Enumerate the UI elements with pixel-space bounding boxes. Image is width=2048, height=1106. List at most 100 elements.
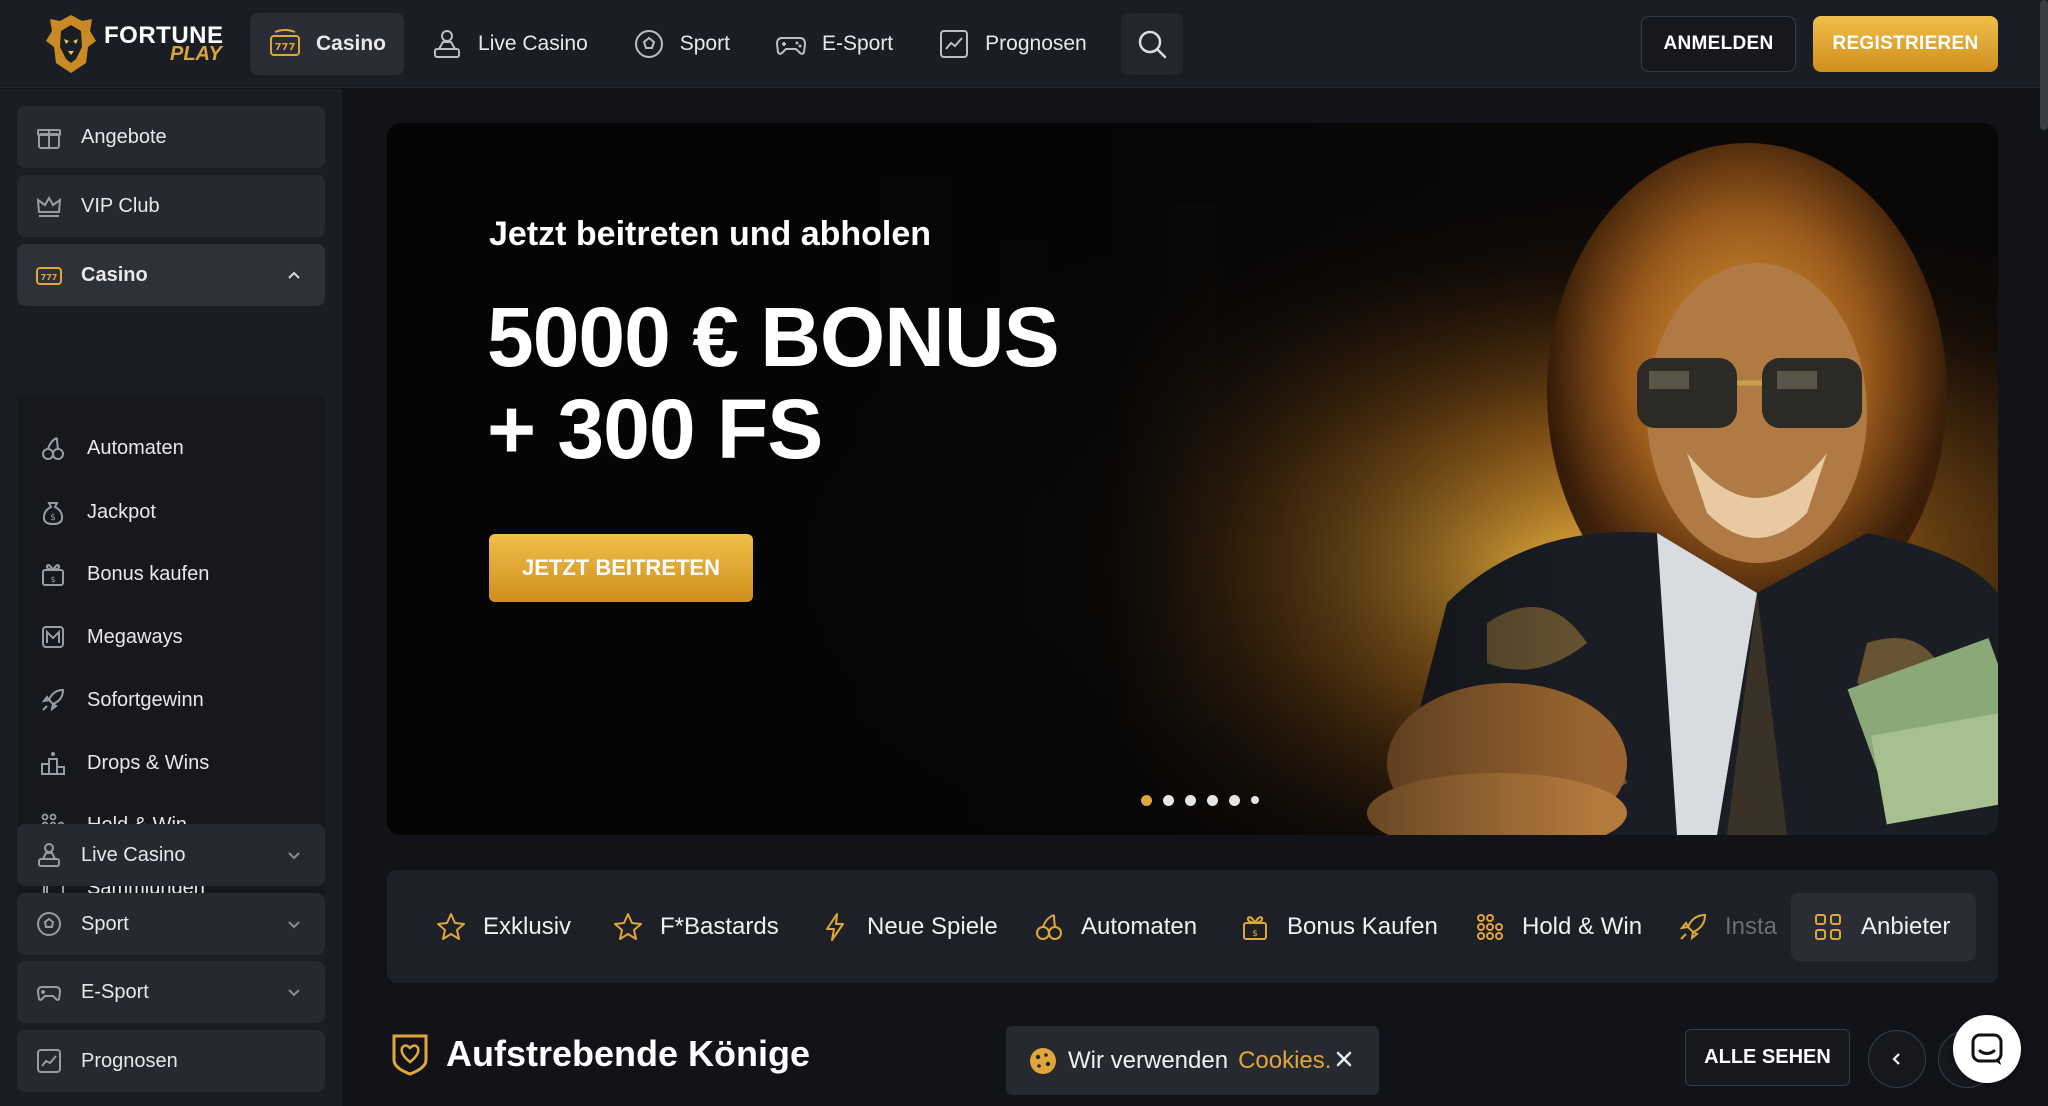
slot-777-icon: 777 xyxy=(270,29,300,56)
soccer-ball-icon xyxy=(37,912,61,936)
sidebar-item-label: VIP Club xyxy=(81,194,160,217)
carousel-prev-button[interactable] xyxy=(1868,1030,1926,1088)
sidebar-item-live-casino[interactable]: Live Casino xyxy=(17,824,325,886)
nav-label: E-Sport xyxy=(821,32,894,55)
see-all-button[interactable]: ALLE SEHEN xyxy=(1685,1029,1850,1086)
category-hold-win[interactable]: Hold & Win xyxy=(1474,870,1642,983)
register-button[interactable]: REGISTRIEREN xyxy=(1813,16,1998,72)
sidebar-item-prognosen[interactable]: Prognosen xyxy=(17,1030,325,1092)
carousel-dot[interactable] xyxy=(1207,795,1218,806)
cookie-link[interactable]: Cookies. xyxy=(1238,1047,1331,1075)
sidebar-item-casino[interactable]: 777 Casino xyxy=(17,244,325,306)
svg-text:$: $ xyxy=(50,575,55,584)
category-fbastards[interactable]: F*Bastards xyxy=(612,870,779,983)
gift-buy-icon: $ xyxy=(1243,915,1267,940)
category-bonus-kaufen[interactable]: $ Bonus Kaufen xyxy=(1239,870,1438,983)
chevron-down-icon[interactable] xyxy=(285,983,303,1001)
money-bag-icon: $ xyxy=(42,502,64,526)
providers-button[interactable]: Anbieter xyxy=(1791,893,1976,961)
main-nav: 777 Casino Live Casino Sport E-Sport Pro… xyxy=(250,13,1183,75)
sidebar-item-angebote[interactable]: Angebote xyxy=(17,106,325,168)
sidebar-item-label: Prognosen xyxy=(81,1049,178,1072)
carousel-dot[interactable] xyxy=(1185,795,1196,806)
sidebar-subitem-automaten[interactable]: Automaten xyxy=(39,428,184,468)
dealer-icon xyxy=(434,30,461,58)
chevron-down-icon[interactable] xyxy=(285,915,303,933)
category-bar: Exklusiv F*Bastards Neue Spiele Automate… xyxy=(387,870,1998,983)
category-label: Insta xyxy=(1725,912,1778,940)
nav-label: Sport xyxy=(679,32,730,55)
gift-buy-icon: $ xyxy=(42,564,64,586)
page-scrollbar[interactable] xyxy=(2040,0,2048,130)
chevron-down-icon[interactable] xyxy=(285,846,303,864)
category-exklusiv[interactable]: Exklusiv xyxy=(435,870,571,983)
star-icon xyxy=(437,912,465,940)
top-header: FORTUNE PLAY 777 Casino Live Casino Spor… xyxy=(0,0,2048,130)
dots-grid-icon xyxy=(1477,913,1503,940)
left-sidebar: Angebote VIP Club 777 Casino Automaten $… xyxy=(0,89,342,1106)
logo-subword: PLAY xyxy=(170,43,222,65)
chevron-left-icon xyxy=(1892,1053,1900,1065)
gamepad-icon xyxy=(775,37,806,55)
nav-sport[interactable]: Sport xyxy=(614,13,748,75)
podium-icon xyxy=(41,752,65,775)
nav-casino[interactable]: 777 Casino xyxy=(250,13,405,75)
category-neue-spiele[interactable]: Neue Spiele xyxy=(819,870,998,983)
sidebar-item-sport[interactable]: Sport xyxy=(17,893,325,955)
hero-banner[interactable]: Jetzt beitreten und abholen 5000 € BONUS… xyxy=(387,123,1998,835)
category-label: Bonus Kaufen xyxy=(1287,912,1438,940)
gamepad-icon xyxy=(36,986,62,1001)
carousel-dots xyxy=(1141,795,1259,806)
join-now-button[interactable]: JETZT BEITRETEN xyxy=(489,534,753,602)
sidebar-subitem-drops-wins[interactable]: Drops & Wins xyxy=(39,743,209,783)
category-label: Automaten xyxy=(1081,912,1198,940)
sidebar-item-label: E-Sport xyxy=(81,980,149,1003)
sidebar-subitem-jackpot[interactable]: $ Jackpot xyxy=(39,492,156,532)
nav-prognosen[interactable]: Prognosen xyxy=(919,13,1105,75)
close-icon[interactable] xyxy=(1333,1048,1355,1070)
dealer-icon xyxy=(38,843,60,867)
cookie-banner: Wir verwenden Cookies. xyxy=(1006,1026,1379,1095)
carousel-dot[interactable] xyxy=(1251,796,1259,804)
carousel-dot[interactable] xyxy=(1229,795,1240,806)
chevron-up-icon[interactable] xyxy=(285,266,303,284)
sidebar-subitem-label: Sofortgewinn xyxy=(87,688,204,711)
category-automaten[interactable]: Automaten xyxy=(1033,870,1197,983)
fortune-play-logo[interactable]: FORTUNE PLAY xyxy=(44,12,224,76)
carousel-dot[interactable] xyxy=(1141,795,1152,806)
sidebar-subitem-megaways[interactable]: Megaways xyxy=(39,617,183,657)
sidebar-subitem-label: Drops & Wins xyxy=(87,751,210,774)
sidebar-subitem-label: Jackpot xyxy=(87,500,156,523)
sidebar-subitem-sofortgewinn[interactable]: Sofortgewinn xyxy=(39,680,204,720)
search-icon xyxy=(1138,30,1166,59)
heart-shield-icon xyxy=(392,1034,428,1076)
star-icon xyxy=(614,912,642,940)
cookie-icon xyxy=(1030,1047,1056,1074)
hero-headline: 5000 € BONUS + 300 FS xyxy=(487,290,1060,475)
crown-icon xyxy=(36,195,62,217)
carousel-dot[interactable] xyxy=(1163,795,1174,806)
hero-headline-line1: 5000 € BONUS xyxy=(487,290,1060,384)
chat-launcher-button[interactable] xyxy=(1953,1015,2021,1083)
svg-text:$: $ xyxy=(50,513,56,523)
nav-esport[interactable]: E-Sport xyxy=(756,13,911,75)
rocket-icon xyxy=(1679,913,1707,940)
soccer-ball-icon xyxy=(634,30,663,58)
sidebar-item-esport[interactable]: E-Sport xyxy=(17,961,325,1023)
gift-icon xyxy=(37,129,61,149)
category-insta[interactable]: Insta xyxy=(1677,870,1777,983)
sidebar-item-vip-club[interactable]: VIP Club xyxy=(17,175,325,237)
sidebar-subitem-label: Bonus kaufen xyxy=(87,562,210,585)
svg-text:777: 777 xyxy=(41,273,58,282)
chart-icon xyxy=(37,1049,61,1073)
sidebar-subitem-label: Megaways xyxy=(87,625,183,648)
sidebar-subitem-bonus-kaufen[interactable]: $ Bonus kaufen xyxy=(39,554,209,594)
sidebar-item-label: Live Casino xyxy=(81,843,186,866)
search-button[interactable] xyxy=(1120,13,1183,75)
login-button[interactable]: ANMELDEN xyxy=(1641,16,1796,72)
slot-777-icon: 777 xyxy=(36,267,62,285)
category-label: F*Bastards xyxy=(660,912,779,940)
sidebar-subitem-label: Automaten xyxy=(87,436,184,459)
megaways-icon xyxy=(42,626,64,648)
nav-live-casino[interactable]: Live Casino xyxy=(412,13,606,75)
